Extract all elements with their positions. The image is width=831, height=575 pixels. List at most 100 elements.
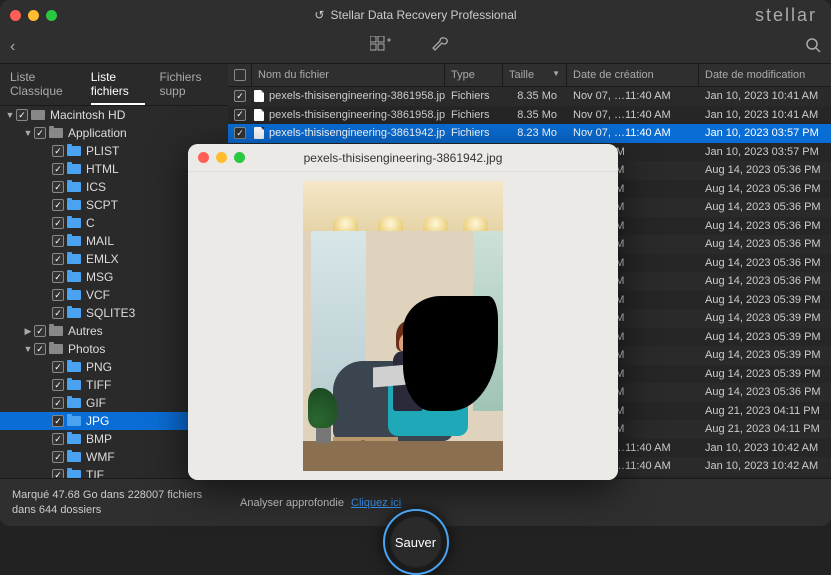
row-checkbox[interactable]	[234, 90, 246, 102]
tree-checkbox[interactable]	[52, 307, 64, 319]
file-row[interactable]: pexels-thisisengineering-3861942.jpgFich…	[228, 124, 831, 143]
preview-titlebar: pexels-thisisengineering-3861942.jpg	[188, 144, 618, 172]
header-created[interactable]: Date de création	[567, 64, 699, 86]
file-icon	[254, 127, 264, 139]
tree-checkbox[interactable]	[34, 343, 46, 355]
tree-checkbox[interactable]	[52, 235, 64, 247]
tree-label: PLIST	[86, 144, 119, 158]
tree-checkbox[interactable]	[52, 199, 64, 211]
tree-label: Photos	[68, 342, 105, 356]
tree-checkbox[interactable]	[52, 181, 64, 193]
cell-type: Fichiers	[445, 127, 503, 139]
caret-icon[interactable]	[4, 110, 16, 120]
folder-icon	[67, 218, 81, 228]
header-checkbox[interactable]	[228, 64, 252, 86]
preview-maximize-icon[interactable]	[234, 152, 245, 163]
tree-checkbox[interactable]	[52, 415, 64, 427]
tree-checkbox[interactable]	[52, 253, 64, 265]
file-row[interactable]: pexels-thisisengineering-3861958.jpgFich…	[228, 87, 831, 106]
tree-label: Autres	[68, 324, 103, 338]
tree-label: Macintosh HD	[50, 108, 125, 122]
tree-checkbox[interactable]	[52, 397, 64, 409]
tree-checkbox[interactable]	[52, 469, 64, 478]
search-icon[interactable]	[805, 37, 821, 57]
column-headers: Nom du fichier Type Taille▼ Date de créa…	[228, 64, 831, 87]
header-size[interactable]: Taille▼	[503, 64, 567, 86]
save-button[interactable]: Sauver	[383, 509, 449, 575]
tree-label: TIF	[86, 468, 104, 478]
cell-modified: Aug 14, 2023 05:36 PM	[699, 183, 831, 195]
tree-checkbox[interactable]	[52, 271, 64, 283]
cell-modified: Jan 10, 2023 10:42 AM	[699, 460, 831, 472]
window-title-text: Stellar Data Recovery Professional	[330, 8, 516, 22]
header-name[interactable]: Nom du fichier	[252, 64, 445, 86]
tree-label: PNG	[86, 360, 112, 374]
tree-checkbox[interactable]	[16, 109, 28, 121]
header-modified[interactable]: Date de modification	[699, 64, 831, 86]
cell-modified: Jan 10, 2023 03:57 PM	[699, 146, 831, 158]
tree-checkbox[interactable]	[52, 361, 64, 373]
close-icon[interactable]	[10, 10, 21, 21]
tree-label: JPG	[86, 414, 109, 428]
file-icon	[254, 90, 264, 102]
tree-checkbox[interactable]	[52, 145, 64, 157]
tab-files[interactable]: Liste fichiers	[91, 67, 146, 105]
folder-icon	[49, 326, 63, 336]
tree-checkbox[interactable]	[34, 127, 46, 139]
deep-scan-link[interactable]: Cliquez ici	[351, 497, 401, 509]
caret-icon[interactable]	[22, 128, 34, 138]
preview-close-icon[interactable]	[198, 152, 209, 163]
tree-label: TIFF	[86, 378, 111, 392]
tree-label: HTML	[86, 162, 119, 176]
folder-icon	[67, 164, 81, 174]
folder-icon	[49, 128, 63, 138]
tree-node-application[interactable]: Application	[0, 124, 228, 142]
preview-body	[188, 172, 618, 480]
sort-desc-icon: ▼	[552, 69, 560, 81]
caret-icon[interactable]	[22, 326, 34, 337]
tree-checkbox[interactable]	[52, 163, 64, 175]
preview-window[interactable]: pexels-thisisengineering-3861942.jpg	[188, 144, 618, 480]
tree-checkbox[interactable]	[52, 451, 64, 463]
folder-icon	[67, 308, 81, 318]
file-name: pexels-thisisengineering-3861958.jpg	[269, 109, 445, 121]
cell-modified: Aug 14, 2023 05:36 PM	[699, 386, 831, 398]
tree-label: MAIL	[86, 234, 114, 248]
traffic-lights	[10, 10, 57, 21]
cell-modified: Jan 10, 2023 10:42 AM	[699, 442, 831, 454]
wrench-icon[interactable]	[432, 36, 450, 57]
tree-checkbox[interactable]	[34, 325, 46, 337]
preview-minimize-icon[interactable]	[216, 152, 227, 163]
disk-icon	[31, 110, 45, 120]
tree-checkbox[interactable]	[52, 289, 64, 301]
tab-classic[interactable]: Liste Classique	[10, 67, 77, 105]
row-checkbox[interactable]	[234, 109, 246, 121]
tree-checkbox[interactable]	[52, 433, 64, 445]
header-type[interactable]: Type	[445, 64, 503, 86]
tree-node-macintosh-hd[interactable]: Macintosh HD	[0, 106, 228, 124]
tab-deleted[interactable]: Fichiers supp	[159, 67, 218, 105]
cell-modified: Jan 10, 2023 10:41 AM	[699, 109, 831, 121]
cell-modified: Aug 14, 2023 05:39 PM	[699, 349, 831, 361]
cell-modified: Jan 10, 2023 10:41 AM	[699, 90, 831, 102]
deep-scan: Analyser approfondie Cliquez ici	[240, 497, 401, 509]
folder-icon	[67, 236, 81, 246]
titlebar: ↺ Stellar Data Recovery Professional ste…	[0, 0, 831, 30]
preview-title: pexels-thisisengineering-3861942.jpg	[188, 151, 618, 165]
minimize-icon[interactable]	[28, 10, 39, 21]
tree-label: GIF	[86, 396, 106, 410]
cell-type: Fichiers	[445, 90, 503, 102]
maximize-icon[interactable]	[46, 10, 57, 21]
folder-icon	[67, 452, 81, 462]
grid-view-icon[interactable]	[370, 36, 392, 57]
file-row[interactable]: pexels-thisisengineering-3861958.jpgFich…	[228, 106, 831, 125]
brand-logo: stellar	[755, 5, 817, 26]
caret-icon[interactable]	[22, 344, 34, 354]
row-checkbox[interactable]	[234, 127, 246, 139]
tree-label: C	[86, 216, 95, 230]
cell-modified: Aug 14, 2023 05:39 PM	[699, 368, 831, 380]
tree-checkbox[interactable]	[52, 379, 64, 391]
tree-checkbox[interactable]	[52, 217, 64, 229]
cell-size: 8.35 Mo	[503, 90, 567, 102]
cell-created: Nov 07, …11:40 AM	[567, 90, 699, 102]
